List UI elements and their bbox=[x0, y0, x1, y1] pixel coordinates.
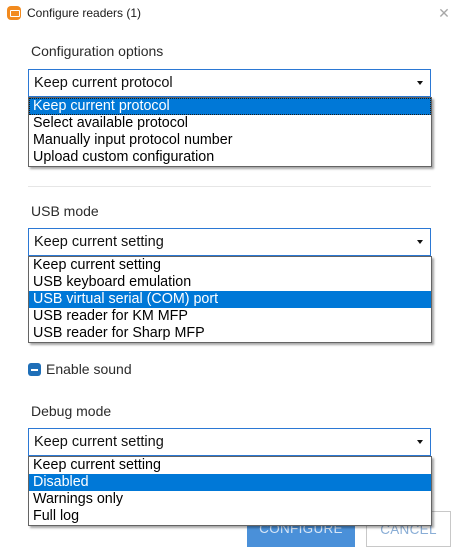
usb-mode-value: Keep current setting bbox=[34, 234, 164, 250]
dropdown-option[interactable]: Manually input protocol number bbox=[29, 132, 431, 149]
enable-sound-checkbox[interactable] bbox=[28, 363, 41, 376]
dropdown-option[interactable]: USB virtual serial (COM) port bbox=[29, 291, 431, 308]
usb-mode-list: Keep current setting USB keyboard emulat… bbox=[28, 256, 432, 343]
dropdown-option[interactable]: Select available protocol bbox=[29, 115, 431, 132]
section-divider bbox=[28, 186, 431, 187]
dropdown-option[interactable]: Keep current setting bbox=[29, 257, 431, 274]
dropdown-option[interactable]: Full log bbox=[29, 508, 431, 525]
debug-mode-select[interactable]: Keep current setting bbox=[28, 428, 431, 456]
usb-mode-label: USB mode bbox=[31, 203, 99, 219]
enable-sound-label[interactable]: Enable sound bbox=[46, 361, 132, 377]
configuration-options-select[interactable]: Keep current protocol bbox=[28, 69, 431, 97]
app-icon bbox=[7, 6, 21, 20]
dropdown-option[interactable]: Disabled bbox=[29, 474, 431, 491]
dropdown-option[interactable]: USB reader for Sharp MFP bbox=[29, 325, 431, 342]
debug-mode-label: Debug mode bbox=[31, 403, 112, 419]
chevron-down-icon[interactable] bbox=[412, 72, 428, 94]
configuration-options-value: Keep current protocol bbox=[34, 75, 173, 91]
chevron-down-icon[interactable] bbox=[412, 231, 428, 253]
chevron-down-icon[interactable] bbox=[412, 431, 428, 453]
configuration-options-list: Keep current protocol Select available p… bbox=[28, 97, 432, 167]
dropdown-option[interactable]: USB reader for KM MFP bbox=[29, 308, 431, 325]
dropdown-option[interactable]: Upload custom configuration bbox=[29, 149, 431, 166]
dropdown-option[interactable]: Keep current protocol bbox=[29, 98, 431, 115]
dropdown-option[interactable]: USB keyboard emulation bbox=[29, 274, 431, 291]
window-title: Configure readers (1) bbox=[27, 6, 142, 20]
debug-mode-list: Keep current setting Disabled Warnings o… bbox=[28, 456, 432, 526]
close-icon[interactable]: ✕ bbox=[434, 3, 454, 23]
dropdown-option[interactable]: Keep current setting bbox=[29, 457, 431, 474]
configuration-options-label: Configuration options bbox=[31, 43, 164, 59]
dropdown-option[interactable]: Warnings only bbox=[29, 491, 431, 508]
title-bar: Configure readers (1) ✕ bbox=[0, 0, 461, 28]
debug-mode-value: Keep current setting bbox=[34, 434, 164, 450]
usb-mode-select[interactable]: Keep current setting bbox=[28, 228, 431, 256]
